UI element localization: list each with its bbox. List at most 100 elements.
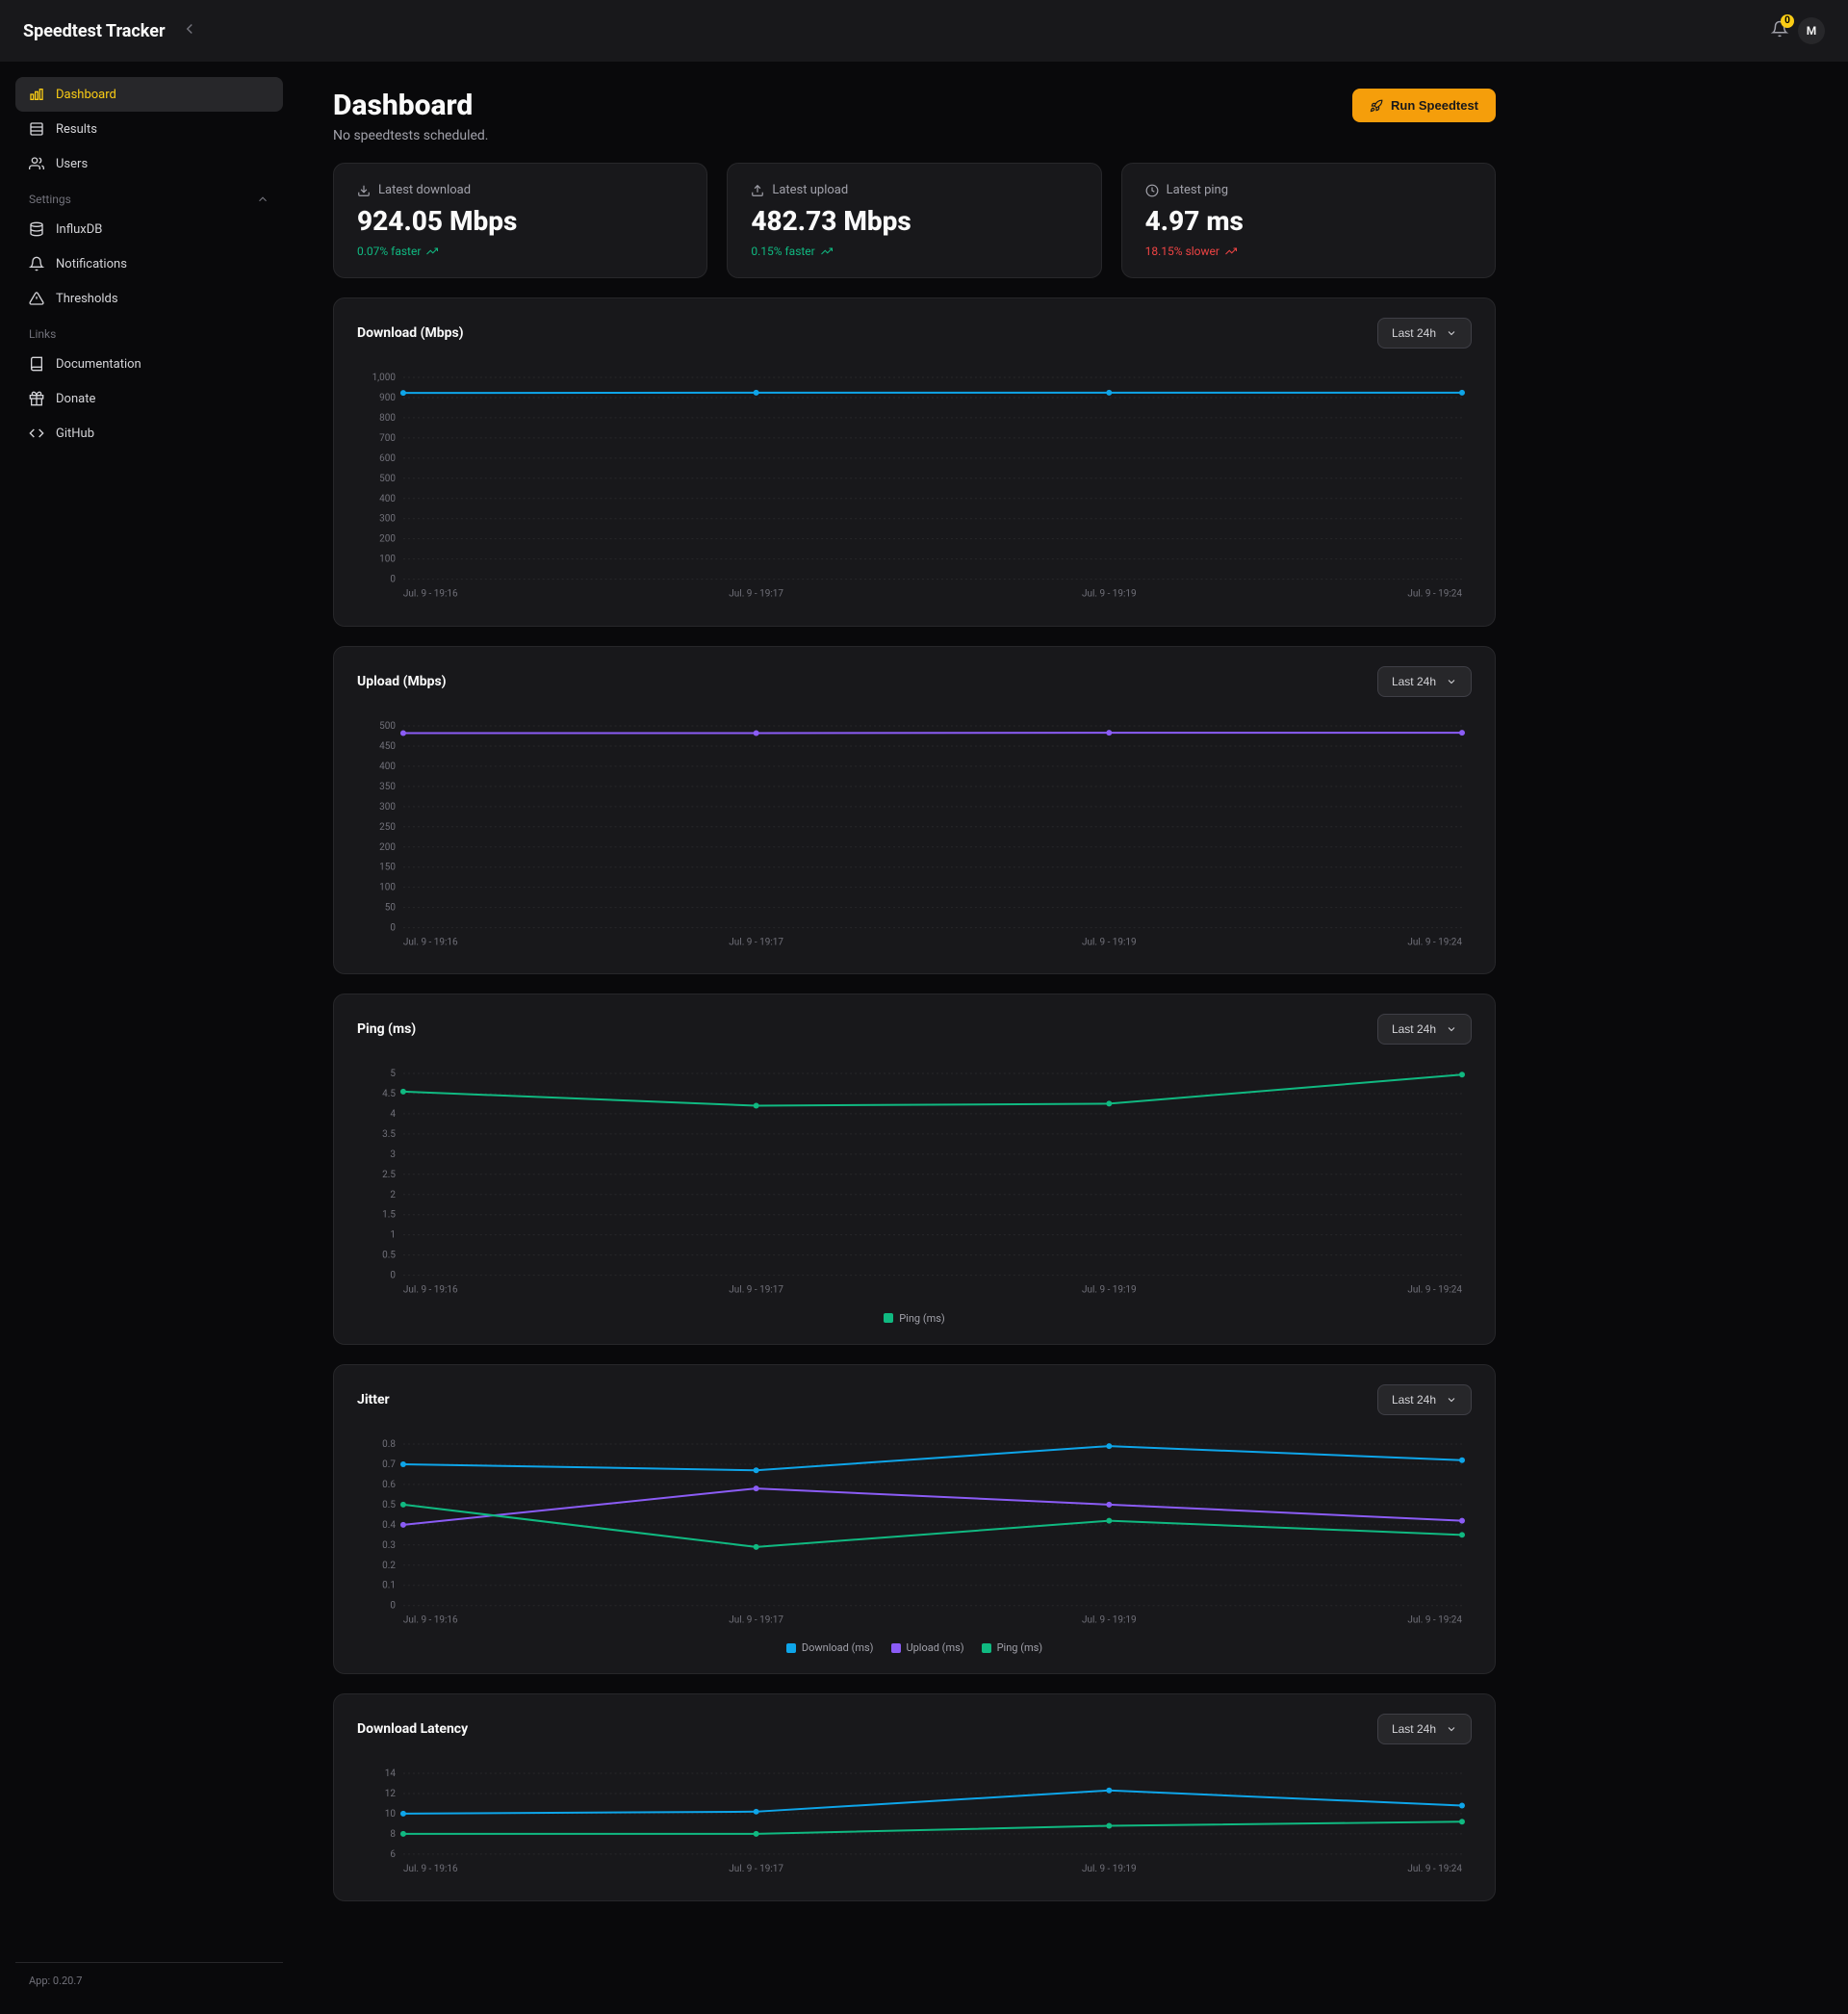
chart-title: Jitter [357, 1392, 390, 1407]
sidebar-item-users[interactable]: Users [15, 146, 283, 181]
trend-up-icon [821, 245, 833, 257]
stat-trend: 0.07% faster [357, 245, 683, 258]
chart-title: Ping (ms) [357, 1021, 416, 1037]
upload-icon [751, 184, 764, 197]
chevron-down-icon [1446, 676, 1457, 687]
chart-card-download_latency: Download Latency Last 24h 68101214Jul. 9… [333, 1693, 1496, 1901]
range-label: Last 24h [1392, 326, 1436, 340]
svg-text:Jul. 9 - 19:19: Jul. 9 - 19:19 [1082, 589, 1137, 600]
range-selector[interactable]: Last 24h [1377, 318, 1472, 349]
svg-text:Jul. 9 - 19:17: Jul. 9 - 19:17 [729, 1864, 783, 1874]
svg-text:3.5: 3.5 [382, 1129, 396, 1140]
svg-text:Jul. 9 - 19:24: Jul. 9 - 19:24 [1407, 1614, 1462, 1625]
chart-body: 00.10.20.30.40.50.60.70.8Jul. 9 - 19:16J… [357, 1434, 1472, 1655]
svg-text:4.5: 4.5 [382, 1089, 396, 1099]
svg-text:0.6: 0.6 [382, 1480, 396, 1490]
svg-text:5: 5 [390, 1069, 396, 1079]
stat-card-download: Latest download 924.05 Mbps 0.07% faster [333, 163, 707, 278]
svg-text:100: 100 [379, 882, 396, 892]
svg-text:0: 0 [390, 575, 396, 585]
dashboard-icon [29, 87, 44, 102]
svg-text:Jul. 9 - 19:19: Jul. 9 - 19:19 [1082, 1285, 1137, 1296]
range-selector[interactable]: Last 24h [1377, 1014, 1472, 1045]
chart-title: Download Latency [357, 1721, 468, 1737]
svg-text:Jul. 9 - 19:19: Jul. 9 - 19:19 [1082, 937, 1137, 947]
nav-label: InfluxDB [56, 222, 102, 237]
run-button-label: Run Speedtest [1391, 98, 1478, 113]
svg-text:2: 2 [390, 1190, 396, 1201]
svg-text:Jul. 9 - 19:19: Jul. 9 - 19:19 [1082, 1864, 1137, 1874]
chart-body: 01002003004005006007008009001,000Jul. 9 … [357, 368, 1472, 607]
database-icon [29, 221, 44, 237]
nav-label: Users [56, 157, 88, 171]
svg-text:0.2: 0.2 [382, 1560, 396, 1570]
sidebar-item-results[interactable]: Results [15, 112, 283, 146]
topbar: Speedtest Tracker 0 M [0, 0, 1848, 62]
page-title: Dashboard [333, 89, 489, 122]
stat-trend: 0.15% faster [751, 245, 1077, 258]
sidebar-item-documentation[interactable]: Documentation [15, 347, 283, 381]
chart-body: 00.511.522.533.544.55Jul. 9 - 19:16Jul. … [357, 1064, 1472, 1325]
svg-text:Jul. 9 - 19:24: Jul. 9 - 19:24 [1407, 1285, 1462, 1296]
chart-card-jitter: Jitter Last 24h 00.10.20.30.40.50.60.70.… [333, 1364, 1496, 1675]
chart-header: Download Latency Last 24h [357, 1714, 1472, 1744]
svg-text:3: 3 [390, 1149, 396, 1160]
svg-text:0: 0 [390, 1600, 396, 1611]
svg-text:Jul. 9 - 19:24: Jul. 9 - 19:24 [1407, 937, 1462, 947]
chart-title: Download (Mbps) [357, 325, 464, 341]
notifications-button[interactable]: 0 [1771, 20, 1788, 41]
svg-text:10: 10 [385, 1809, 397, 1820]
sidebar-section-settings[interactable]: Settings [15, 181, 283, 212]
chart-card-upload: Upload (Mbps) Last 24h 05010015020025030… [333, 646, 1496, 975]
nav-label: Thresholds [56, 292, 118, 306]
svg-text:12: 12 [385, 1789, 397, 1799]
chart-header: Jitter Last 24h [357, 1384, 1472, 1415]
main-content: Dashboard No speedtests scheduled. Run S… [298, 62, 1530, 2014]
stat-value: 4.97 ms [1145, 205, 1472, 237]
chart-card-download: Download (Mbps) Last 24h 010020030040050… [333, 297, 1496, 627]
sidebar-item-thresholds[interactable]: Thresholds [15, 281, 283, 316]
code-icon [29, 426, 44, 441]
svg-text:450: 450 [379, 741, 396, 752]
svg-text:700: 700 [379, 433, 396, 444]
sidebar-item-dashboard[interactable]: Dashboard [15, 77, 283, 112]
settings-label: Settings [29, 193, 71, 206]
sidebar-item-influxdb[interactable]: InfluxDB [15, 212, 283, 246]
svg-text:Jul. 9 - 19:17: Jul. 9 - 19:17 [729, 589, 783, 600]
nav-label: GitHub [56, 426, 94, 441]
nav-label: Dashboard [56, 88, 116, 102]
sidebar-item-donate[interactable]: Donate [15, 381, 283, 416]
svg-text:600: 600 [379, 453, 396, 464]
svg-text:0.1: 0.1 [382, 1580, 396, 1590]
chart-title: Upload (Mbps) [357, 674, 447, 689]
download-icon [357, 184, 371, 197]
back-button[interactable] [181, 20, 198, 41]
svg-text:4: 4 [390, 1109, 396, 1120]
sidebar-section-links: Links [15, 316, 283, 347]
topbar-left: Speedtest Tracker [23, 20, 198, 41]
links-label: Links [29, 327, 56, 341]
svg-text:200: 200 [379, 841, 396, 852]
users-icon [29, 156, 44, 171]
nav-label: Documentation [56, 357, 141, 372]
sidebar-item-notifications[interactable]: Notifications [15, 246, 283, 281]
avatar[interactable]: M [1798, 17, 1825, 44]
range-selector[interactable]: Last 24h [1377, 666, 1472, 697]
chart-card-ping: Ping (ms) Last 24h 00.511.522.533.544.55… [333, 994, 1496, 1345]
trend-up-icon [1225, 245, 1237, 257]
warning-icon [29, 291, 44, 306]
svg-text:Jul. 9 - 19:16: Jul. 9 - 19:16 [403, 1614, 458, 1625]
range-selector[interactable]: Last 24h [1377, 1714, 1472, 1744]
chart-header: Ping (ms) Last 24h [357, 1014, 1472, 1045]
range-label: Last 24h [1392, 1722, 1436, 1736]
range-selector[interactable]: Last 24h [1377, 1384, 1472, 1415]
chevron-down-icon [1446, 1394, 1457, 1406]
svg-text:1.5: 1.5 [382, 1210, 396, 1221]
clock-icon [1145, 184, 1159, 197]
sidebar-item-github[interactable]: GitHub [15, 416, 283, 451]
rocket-icon [1370, 99, 1383, 113]
svg-text:350: 350 [379, 781, 396, 791]
run-speedtest-button[interactable]: Run Speedtest [1352, 89, 1496, 122]
svg-text:Jul. 9 - 19:17: Jul. 9 - 19:17 [729, 937, 783, 947]
range-label: Last 24h [1392, 1393, 1436, 1407]
